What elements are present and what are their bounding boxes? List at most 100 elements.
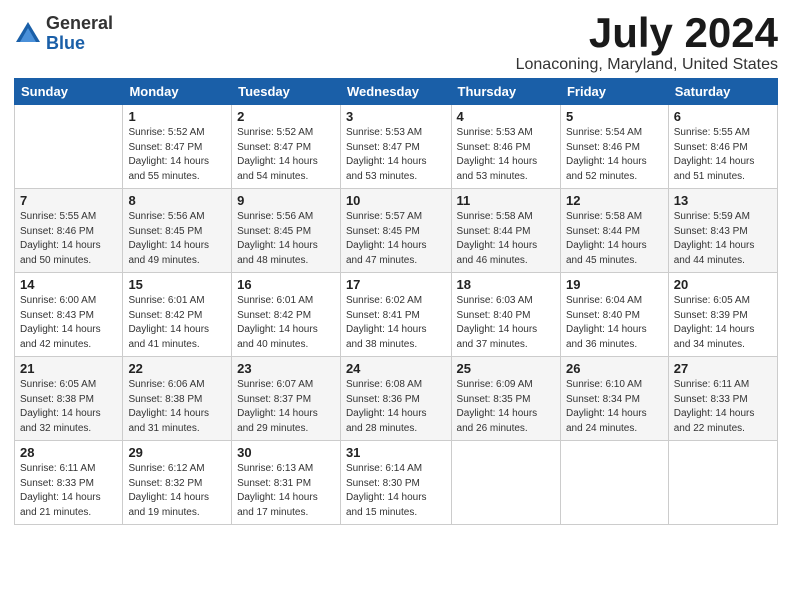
calendar: Sunday Monday Tuesday Wednesday Thursday…: [14, 78, 778, 525]
week-row-1: 7Sunrise: 5:55 AM Sunset: 8:46 PM Daylig…: [15, 189, 778, 273]
day-number: 6: [674, 109, 772, 124]
day-info: Sunrise: 6:01 AM Sunset: 8:42 PM Dayligh…: [128, 294, 226, 352]
day-number: 10: [346, 193, 446, 208]
day-number: 3: [346, 109, 446, 124]
day-info: Sunrise: 6:12 AM Sunset: 8:32 PM Dayligh…: [128, 462, 226, 520]
day-number: 19: [566, 277, 663, 292]
title-block: July 2024 Lonaconing, Maryland, United S…: [516, 10, 778, 74]
day-info: Sunrise: 5:58 AM Sunset: 8:44 PM Dayligh…: [457, 210, 555, 268]
col-wednesday: Wednesday: [340, 79, 451, 105]
day-info: Sunrise: 5:56 AM Sunset: 8:45 PM Dayligh…: [237, 210, 335, 268]
day-number: 27: [674, 361, 772, 376]
calendar-cell: 22 Sunrise: 6:06 AM Sunset: 8:38 PM Dayli…: [123, 357, 232, 441]
day-number: 7: [20, 193, 117, 208]
main-title: July 2024: [516, 10, 778, 56]
week-row-3: 21 Sunrise: 6:05 AM Sunset: 8:38 PM Dayli…: [15, 357, 778, 441]
day-number: 16: [237, 277, 335, 292]
col-saturday: Saturday: [668, 79, 777, 105]
day-number: 4: [457, 109, 555, 124]
day-number: 1: [128, 109, 226, 124]
header: General Blue July 2024 Lonaconing, Maryl…: [14, 10, 778, 74]
day-number: 14: [20, 277, 117, 292]
day-number: 30: [237, 445, 335, 460]
day-info: Sunrise: 6:09 AM Sunset: 8:35 PM Dayligh…: [457, 378, 555, 436]
day-info: Sunrise: 5:54 AM Sunset: 8:46 PM Dayligh…: [566, 126, 663, 184]
day-info: Sunrise: 6:11 AM Sunset: 8:33 PM Dayligh…: [674, 378, 772, 436]
calendar-cell: 2Sunrise: 5:52 AM Sunset: 8:47 PM Daylig…: [232, 105, 341, 189]
calendar-cell: 11 Sunrise: 5:58 AM Sunset: 8:44 PM Dayli…: [451, 189, 560, 273]
calendar-cell: 9 Sunrise: 5:56 AM Sunset: 8:45 PM Daylig…: [232, 189, 341, 273]
day-number: 26: [566, 361, 663, 376]
day-info: Sunrise: 5:57 AM Sunset: 8:45 PM Dayligh…: [346, 210, 446, 268]
calendar-cell: 27 Sunrise: 6:11 AM Sunset: 8:33 PM Dayli…: [668, 357, 777, 441]
day-number: 20: [674, 277, 772, 292]
calendar-cell: 30Sunrise: 6:13 AM Sunset: 8:31 PM Dayli…: [232, 441, 341, 525]
logo: General Blue: [14, 14, 113, 54]
calendar-cell: 19 Sunrise: 6:04 AM Sunset: 8:40 PM Dayli…: [560, 273, 668, 357]
day-info: Sunrise: 6:05 AM Sunset: 8:38 PM Dayligh…: [20, 378, 117, 436]
day-info: Sunrise: 6:00 AM Sunset: 8:43 PM Dayligh…: [20, 294, 117, 352]
day-info: Sunrise: 5:53 AM Sunset: 8:47 PM Dayligh…: [346, 126, 446, 184]
calendar-cell: 17 Sunrise: 6:02 AM Sunset: 8:41 PM Dayli…: [340, 273, 451, 357]
day-number: 11: [457, 193, 555, 208]
calendar-cell: 6 Sunrise: 5:55 AM Sunset: 8:46 PM Daylig…: [668, 105, 777, 189]
page-container: General Blue July 2024 Lonaconing, Maryl…: [0, 0, 792, 612]
calendar-cell: 1Sunrise: 5:52 AM Sunset: 8:47 PM Daylig…: [123, 105, 232, 189]
logo-blue: Blue: [46, 34, 113, 54]
day-number: 31: [346, 445, 446, 460]
day-info: Sunrise: 6:11 AM Sunset: 8:33 PM Dayligh…: [20, 462, 117, 520]
day-info: Sunrise: 6:04 AM Sunset: 8:40 PM Dayligh…: [566, 294, 663, 352]
day-number: 29: [128, 445, 226, 460]
calendar-cell: 4 Sunrise: 5:53 AM Sunset: 8:46 PM Daylig…: [451, 105, 560, 189]
calendar-cell: 21 Sunrise: 6:05 AM Sunset: 8:38 PM Dayli…: [15, 357, 123, 441]
calendar-cell: [15, 105, 123, 189]
calendar-cell: 20 Sunrise: 6:05 AM Sunset: 8:39 PM Dayli…: [668, 273, 777, 357]
calendar-cell: 10 Sunrise: 5:57 AM Sunset: 8:45 PM Dayli…: [340, 189, 451, 273]
day-info: Sunrise: 5:53 AM Sunset: 8:46 PM Dayligh…: [457, 126, 555, 184]
day-number: 17: [346, 277, 446, 292]
calendar-cell: 15 Sunrise: 6:01 AM Sunset: 8:42 PM Dayli…: [123, 273, 232, 357]
calendar-cell: 18 Sunrise: 6:03 AM Sunset: 8:40 PM Dayli…: [451, 273, 560, 357]
day-info: Sunrise: 6:06 AM Sunset: 8:38 PM Dayligh…: [128, 378, 226, 436]
calendar-cell: 5 Sunrise: 5:54 AM Sunset: 8:46 PM Daylig…: [560, 105, 668, 189]
day-info: Sunrise: 6:07 AM Sunset: 8:37 PM Dayligh…: [237, 378, 335, 436]
day-info: Sunrise: 6:02 AM Sunset: 8:41 PM Dayligh…: [346, 294, 446, 352]
day-info: Sunrise: 6:03 AM Sunset: 8:40 PM Dayligh…: [457, 294, 555, 352]
day-number: 5: [566, 109, 663, 124]
calendar-cell: [560, 441, 668, 525]
day-number: 2: [237, 109, 335, 124]
day-info: Sunrise: 5:59 AM Sunset: 8:43 PM Dayligh…: [674, 210, 772, 268]
day-info: Sunrise: 5:55 AM Sunset: 8:46 PM Dayligh…: [674, 126, 772, 184]
logo-general: General: [46, 14, 113, 34]
calendar-cell: [451, 441, 560, 525]
calendar-cell: 12Sunrise: 5:58 AM Sunset: 8:44 PM Dayli…: [560, 189, 668, 273]
day-number: 22: [128, 361, 226, 376]
header-row: Sunday Monday Tuesday Wednesday Thursday…: [15, 79, 778, 105]
calendar-cell: 8Sunrise: 5:56 AM Sunset: 8:45 PM Daylig…: [123, 189, 232, 273]
day-number: 13: [674, 193, 772, 208]
subtitle: Lonaconing, Maryland, United States: [516, 56, 778, 74]
calendar-cell: 3 Sunrise: 5:53 AM Sunset: 8:47 PM Daylig…: [340, 105, 451, 189]
day-number: 21: [20, 361, 117, 376]
logo-icon: [14, 20, 42, 48]
day-info: Sunrise: 6:05 AM Sunset: 8:39 PM Dayligh…: [674, 294, 772, 352]
day-number: 9: [237, 193, 335, 208]
day-number: 25: [457, 361, 555, 376]
calendar-cell: [668, 441, 777, 525]
calendar-cell: 26Sunrise: 6:10 AM Sunset: 8:34 PM Dayli…: [560, 357, 668, 441]
week-row-4: 28 Sunrise: 6:11 AM Sunset: 8:33 PM Dayli…: [15, 441, 778, 525]
calendar-cell: 13 Sunrise: 5:59 AM Sunset: 8:43 PM Dayli…: [668, 189, 777, 273]
calendar-cell: 28 Sunrise: 6:11 AM Sunset: 8:33 PM Dayli…: [15, 441, 123, 525]
day-number: 15: [128, 277, 226, 292]
col-friday: Friday: [560, 79, 668, 105]
day-number: 28: [20, 445, 117, 460]
day-number: 18: [457, 277, 555, 292]
calendar-cell: 16Sunrise: 6:01 AM Sunset: 8:42 PM Dayli…: [232, 273, 341, 357]
col-thursday: Thursday: [451, 79, 560, 105]
calendar-cell: 29 Sunrise: 6:12 AM Sunset: 8:32 PM Dayli…: [123, 441, 232, 525]
col-sunday: Sunday: [15, 79, 123, 105]
day-number: 23: [237, 361, 335, 376]
calendar-cell: 14 Sunrise: 6:00 AM Sunset: 8:43 PM Dayli…: [15, 273, 123, 357]
day-info: Sunrise: 6:14 AM Sunset: 8:30 PM Dayligh…: [346, 462, 446, 520]
week-row-0: 1Sunrise: 5:52 AM Sunset: 8:47 PM Daylig…: [15, 105, 778, 189]
